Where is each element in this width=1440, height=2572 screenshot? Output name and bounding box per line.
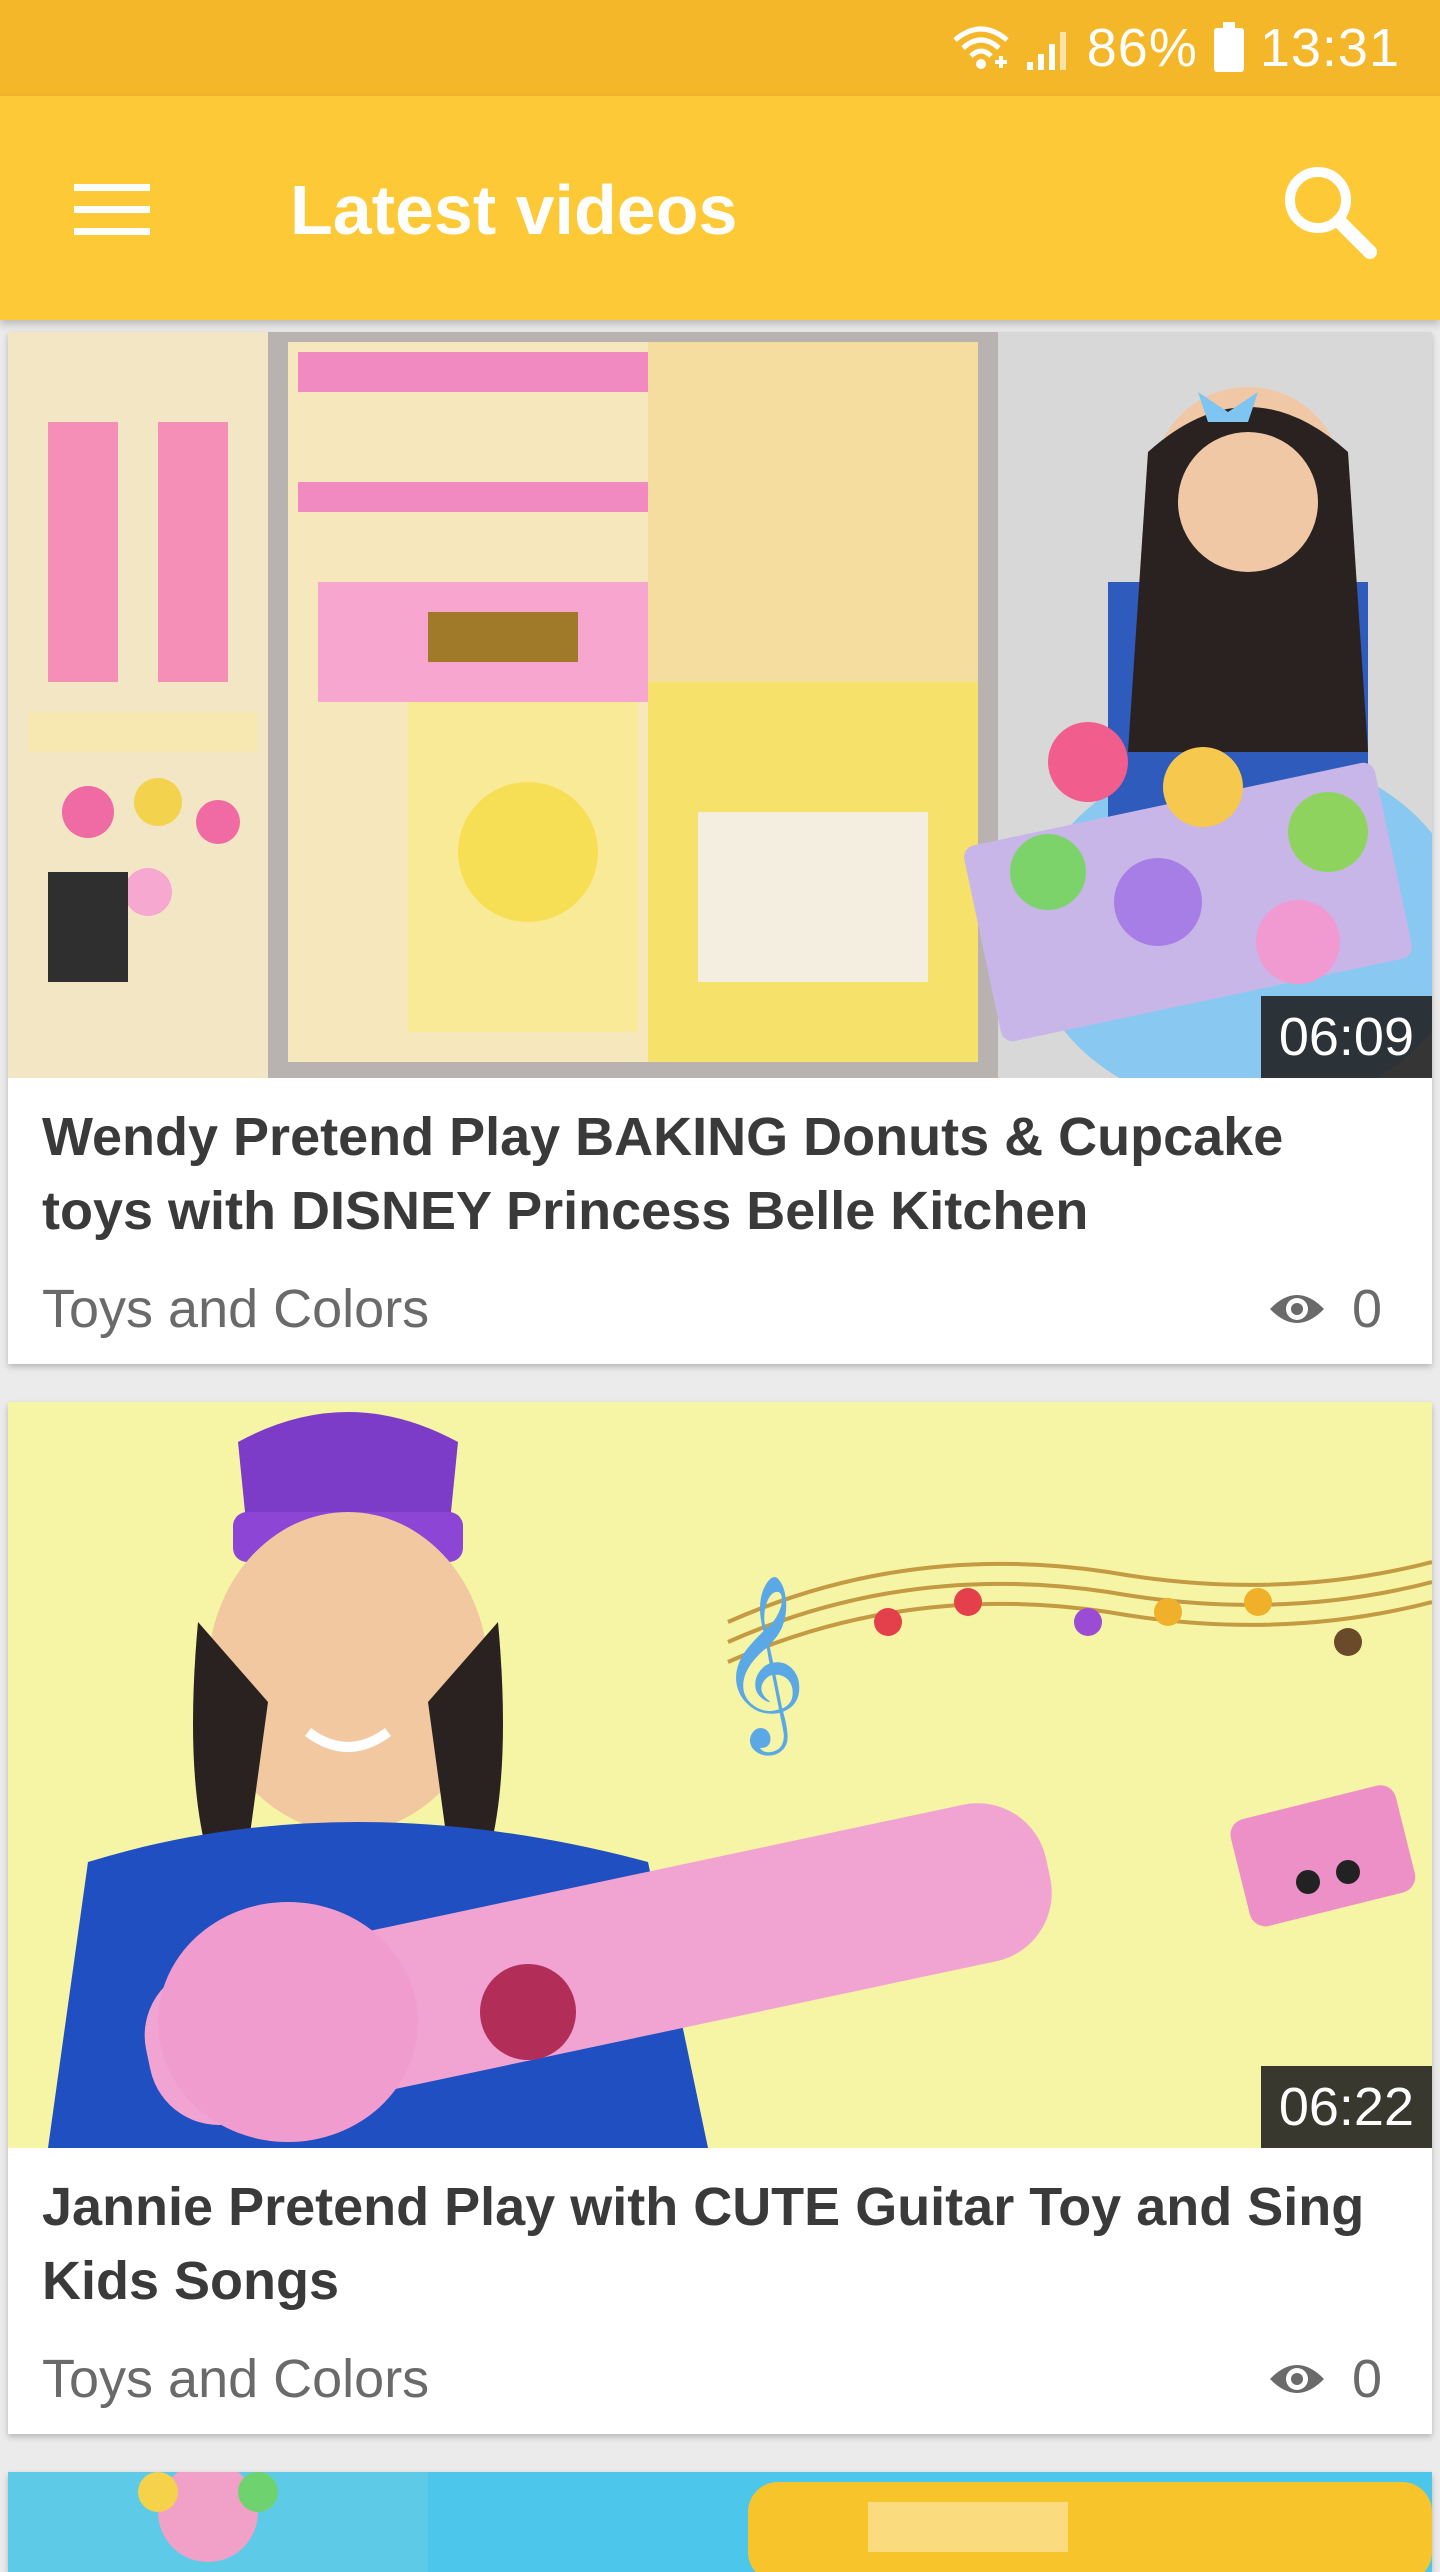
clock: 13:31: [1259, 18, 1400, 78]
menu-icon[interactable]: [52, 160, 172, 260]
channel-name[interactable]: Toys and Colors: [42, 1278, 429, 1340]
view-count-value: 0: [1351, 1279, 1382, 1339]
view-count-value: 0: [1351, 2349, 1382, 2409]
view-count: 0: [1268, 2348, 1382, 2410]
video-card[interactable]: 06:09 Wendy Pretend Play BAKING Donuts &…: [8, 332, 1432, 1364]
eye-icon: [1269, 1295, 1324, 1323]
video-title[interactable]: Wendy Pretend Play BAKING Donuts & Cupca…: [42, 1100, 1398, 1248]
video-card[interactable]: [8, 2472, 1432, 2572]
battery-icon: [1212, 22, 1246, 74]
page-title: Latest videos: [290, 171, 738, 249]
status-bar: 86% 13:31: [0, 0, 1440, 96]
video-info: Jannie Pretend Play with CUTE Guitar Toy…: [8, 2148, 1432, 2434]
video-duration: 06:09: [1260, 996, 1432, 1078]
app-bar: Latest videos: [0, 96, 1440, 320]
search-icon[interactable]: [1268, 150, 1388, 270]
wifi-icon: [951, 24, 1011, 72]
video-meta: Toys and Colors 0: [42, 1278, 1382, 1340]
eye-icon: [1269, 2365, 1324, 2393]
svg-text:𝄞: 𝄞: [718, 1574, 807, 1756]
view-count: 0: [1268, 1278, 1382, 1340]
video-thumbnail[interactable]: 𝄞 06:22: [8, 1402, 1432, 2148]
video-thumbnail[interactable]: [8, 2472, 1432, 2572]
video-duration: 06:22: [1260, 2066, 1432, 2148]
battery-percent: 86%: [1086, 18, 1198, 78]
signal-icon: [1025, 24, 1073, 72]
channel-name[interactable]: Toys and Colors: [42, 2348, 429, 2410]
video-title[interactable]: Jannie Pretend Play with CUTE Guitar Toy…: [42, 2170, 1398, 2318]
video-thumbnail[interactable]: 06:09: [8, 332, 1432, 1078]
video-info: Wendy Pretend Play BAKING Donuts & Cupca…: [8, 1078, 1432, 1364]
video-card[interactable]: 𝄞 06:22 Jannie Pretend Play with CUTE Gu…: [8, 1402, 1432, 2434]
video-meta: Toys and Colors 0: [42, 2348, 1382, 2410]
